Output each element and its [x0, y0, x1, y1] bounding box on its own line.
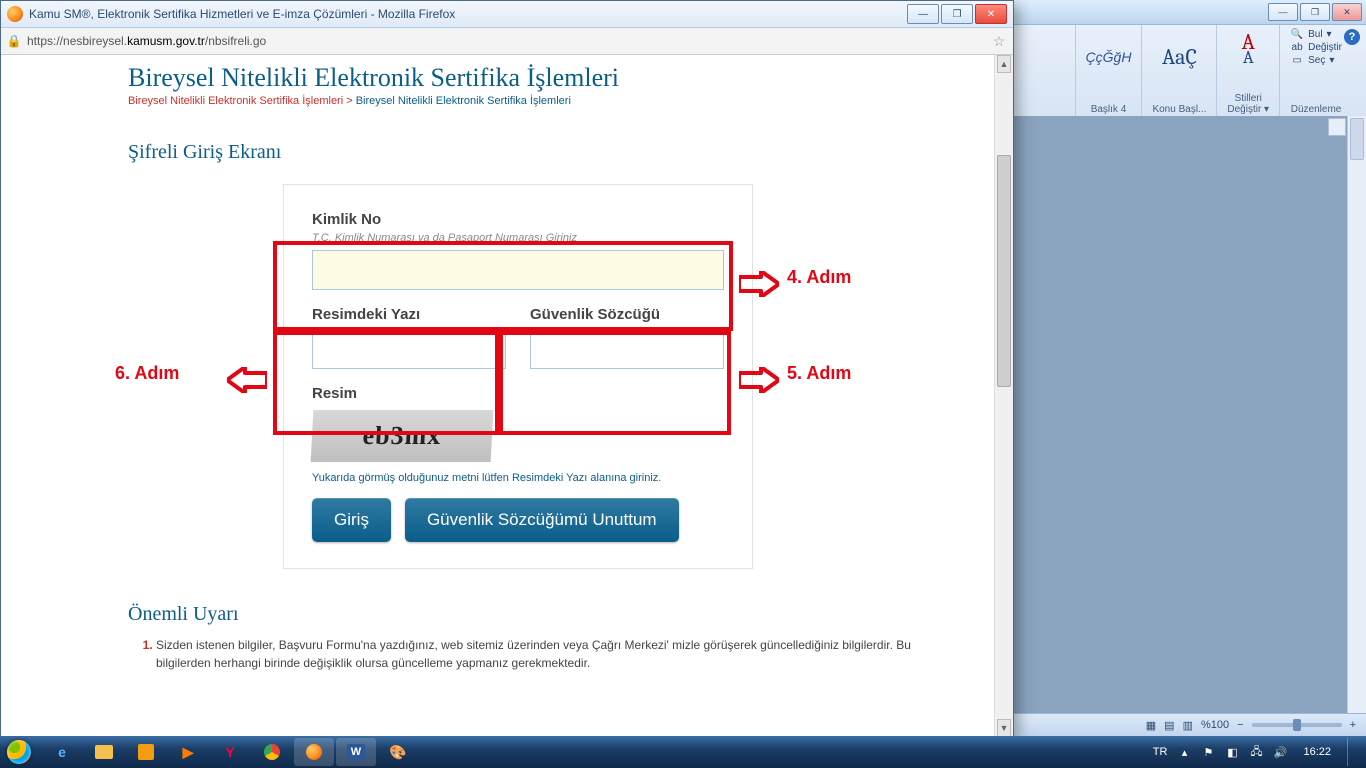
taskbar[interactable]: e ▶ Y W 🎨 TR ▴ ⚑ ◧ 🖧 🔊 16:22: [0, 736, 1366, 768]
page-viewport: Bireysel Nitelikli Elektronik Sertifika …: [1, 55, 1013, 737]
action-center-icon[interactable]: ⚑: [1201, 745, 1215, 759]
ribbon-select[interactable]: ▭Seç ▾: [1290, 55, 1342, 66]
volume-icon[interactable]: 🔊: [1273, 745, 1287, 759]
tray-show-hidden-icon[interactable]: ▴: [1177, 745, 1191, 759]
view-reading-icon[interactable]: ▤: [1164, 719, 1174, 732]
resimdeki-input[interactable]: [312, 329, 506, 369]
word-maximize-button[interactable]: ❐: [1300, 3, 1330, 21]
firefox-minimize-button[interactable]: —: [907, 4, 939, 24]
bookmark-star-icon[interactable]: ☆: [991, 33, 1007, 49]
scroll-down-button[interactable]: ▼: [997, 719, 1011, 737]
play-icon: ▶: [178, 742, 198, 762]
url-text[interactable]: https://nesbireysel.kamusm.gov.tr/nbsifr…: [27, 34, 991, 48]
clock[interactable]: 16:22: [1297, 746, 1337, 758]
view-print-layout-icon[interactable]: ▦: [1146, 719, 1156, 732]
section-heading: Şifreli Giriş Ekranı: [128, 141, 968, 164]
resim-label: Resim: [312, 385, 724, 402]
notes-list: Sizden istenen bilgiler, Başvuru Formu'n…: [128, 636, 968, 672]
note-item: Sizden istenen bilgiler, Başvuru Formu'n…: [156, 636, 968, 672]
app-icon: [138, 744, 154, 760]
firefox-maximize-button[interactable]: ❐: [941, 4, 973, 24]
ribbon-find[interactable]: 🔍Bul ▾: [1290, 29, 1342, 40]
windows-orb-icon: [7, 740, 31, 764]
network-icon[interactable]: 🖧: [1249, 745, 1263, 759]
taskbar-explorer[interactable]: [84, 738, 124, 766]
page-vertical-scrollbar[interactable]: ▲ ▼: [994, 55, 1013, 737]
zoom-in-button[interactable]: +: [1350, 719, 1356, 731]
taskbar-chrome[interactable]: [252, 738, 292, 766]
taskbar-app-orange[interactable]: [126, 738, 166, 766]
taskbar-firefox[interactable]: [294, 738, 334, 766]
kimlik-label: Kimlik No: [312, 211, 724, 228]
breadcrumb-current: Bireysel Nitelikli Elektronik Sertifika …: [356, 95, 571, 107]
taskbar-paint[interactable]: 🎨: [378, 738, 418, 766]
language-indicator[interactable]: TR: [1153, 746, 1168, 758]
breadcrumb: Bireysel Nitelikli Elektronik Sertifika …: [128, 95, 968, 107]
zoom-out-button[interactable]: −: [1237, 719, 1243, 731]
taskbar-word[interactable]: W: [336, 738, 376, 766]
guvenlik-label: Güvenlik Sözcüğü: [530, 306, 724, 323]
kimlik-hint: T.C. Kimlik Numarası ya da Pasaport Numa…: [312, 232, 724, 244]
taskbar-media[interactable]: ▶: [168, 738, 208, 766]
ribbon-style-baslik4[interactable]: ÇçĞğH Başlık 4: [1075, 25, 1142, 117]
word-icon: W: [347, 744, 365, 760]
tray-app-icon[interactable]: ◧: [1225, 745, 1239, 759]
captcha-image: eb3mx: [311, 410, 494, 462]
firefox-icon: [7, 6, 23, 22]
yandex-icon: Y: [220, 742, 240, 762]
captcha-note: Yukarıda görmüş olduğunuz metni lütfen R…: [312, 472, 724, 484]
taskbar-yandex[interactable]: Y: [210, 738, 250, 766]
ribbon-change-styles[interactable]: AA StilleriDeğiştir ▾: [1216, 25, 1279, 117]
start-button[interactable]: [0, 736, 38, 768]
taskbar-ie[interactable]: e: [42, 738, 82, 766]
guvenlik-unuttum-button[interactable]: Güvenlik Sözcüğümü Unuttum: [405, 498, 679, 542]
guvenlik-input[interactable]: [530, 329, 724, 369]
lock-icon: 🔒: [7, 34, 21, 48]
giris-button[interactable]: Giriş: [312, 498, 391, 542]
warning-heading: Önemli Uyarı: [128, 603, 968, 626]
login-card: Kimlik No T.C. Kimlik Numarası ya da Pas…: [283, 184, 753, 569]
scroll-up-button[interactable]: ▲: [997, 55, 1011, 73]
system-tray[interactable]: TR ▴ ⚑ ◧ 🖧 🔊 16:22: [1143, 736, 1366, 768]
paint-icon: 🎨: [388, 742, 408, 762]
firefox-close-button[interactable]: ✕: [975, 4, 1007, 24]
zoom-level[interactable]: %100: [1201, 719, 1229, 731]
window-title: Kamu SM®, Elektronik Sertifika Hizmetler…: [29, 7, 907, 21]
address-bar[interactable]: 🔒 https://nesbireysel.kamusm.gov.tr/nbsi…: [1, 28, 1013, 55]
help-icon[interactable]: ?: [1344, 29, 1360, 45]
firefox-taskbar-icon: [306, 744, 322, 760]
firefox-titlebar[interactable]: Kamu SM®, Elektronik Sertifika Hizmetler…: [1, 1, 1013, 28]
chrome-icon: [264, 744, 280, 760]
ribbon-style-konubasl[interactable]: AaÇ Konu Başl...: [1141, 25, 1216, 117]
breadcrumb-link[interactable]: Bireysel Nitelikli Elektronik Sertifika …: [128, 95, 343, 107]
scroll-thumb[interactable]: [997, 155, 1011, 387]
word-minimize-button[interactable]: —: [1268, 3, 1298, 21]
show-desktop-button[interactable]: [1347, 738, 1356, 766]
ruler-toggle[interactable]: [1328, 118, 1346, 136]
kimlik-input[interactable]: [312, 250, 724, 290]
ie-icon: e: [52, 742, 72, 762]
ribbon-replace[interactable]: abDeğiştir: [1290, 42, 1342, 53]
page-title: Bireysel Nitelikli Elektronik Sertifika …: [128, 63, 968, 93]
word-vertical-scrollbar[interactable]: [1347, 116, 1366, 714]
word-close-button[interactable]: ✕: [1332, 3, 1362, 21]
ribbon-group-edit: 🔍Bul ▾ abDeğiştir ▭Seç ▾ Düzenleme: [1279, 25, 1352, 117]
view-web-icon[interactable]: ▥: [1183, 719, 1193, 732]
firefox-window: Kamu SM®, Elektronik Sertifika Hizmetler…: [0, 0, 1014, 738]
resimdeki-label: Resimdeki Yazı: [312, 306, 506, 323]
zoom-slider[interactable]: [1252, 723, 1342, 727]
folder-icon: [95, 745, 113, 759]
